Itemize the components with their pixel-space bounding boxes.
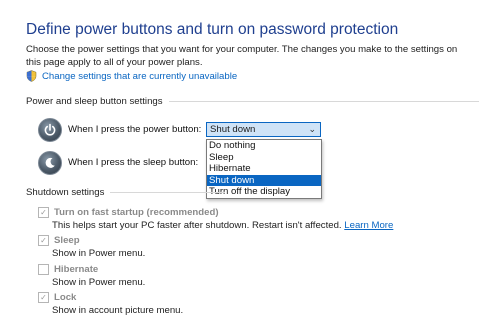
lock-description: Show in account picture menu.	[52, 305, 184, 316]
dropdown-option-hibernate[interactable]: Hibernate	[207, 163, 321, 175]
power-icon	[38, 118, 62, 142]
sleep-label: Sleep	[54, 235, 80, 246]
hibernate-description: Show in Power menu.	[52, 277, 146, 288]
power-button-label: When I press the power button:	[68, 124, 202, 135]
shield-icon	[26, 70, 37, 82]
chevron-down-icon: ⌄	[308, 124, 316, 134]
dropdown-option-shut-down[interactable]: Shut down	[207, 174, 321, 187]
shutdown-section-header: Shutdown settings	[26, 187, 226, 198]
power-button-select[interactable]: Shut down ⌄	[206, 122, 321, 137]
change-settings-link[interactable]: Change settings that are currently unava…	[42, 71, 237, 82]
power-sleep-section-header: Power and sleep button settings	[26, 96, 479, 107]
sleep-description: Show in Power menu.	[52, 248, 146, 259]
lock-label: Lock	[54, 292, 77, 303]
fast-startup-label: Turn on fast startup (recommended)	[54, 207, 219, 218]
lock-row[interactable]: ✓ Lock	[38, 292, 76, 303]
shutdown-section-title: Shutdown settings	[26, 187, 105, 198]
dropdown-option-sleep[interactable]: Sleep	[207, 152, 321, 164]
power-sleep-section-title: Power and sleep button settings	[26, 96, 163, 107]
sleep-button-label: When I press the sleep button:	[68, 157, 199, 168]
page-title: Define power buttons and turn on passwor…	[26, 21, 399, 38]
sleep-row[interactable]: ✓ Sleep	[38, 235, 80, 246]
checkbox-check-icon: ✓	[40, 235, 47, 245]
hibernate-checkbox[interactable]	[38, 264, 49, 275]
hibernate-label: Hibernate	[54, 264, 99, 275]
fast-startup-row[interactable]: ✓ Turn on fast startup (recommended)	[38, 207, 219, 218]
change-settings-link-row[interactable]: Change settings that are currently unava…	[26, 70, 237, 82]
checkbox-check-icon: ✓	[40, 207, 47, 217]
learn-more-link[interactable]: Learn More	[344, 220, 393, 231]
page-description: Choose the power settings that you want …	[26, 44, 458, 68]
fast-startup-desc-text: This helps start your PC faster after sh…	[52, 220, 342, 231]
checkbox-check-icon: ✓	[40, 292, 47, 302]
sleep-checkbox[interactable]: ✓	[38, 235, 49, 246]
hibernate-row[interactable]: Hibernate	[38, 264, 98, 275]
power-button-value: Shut down	[210, 124, 256, 135]
dropdown-option-do-nothing[interactable]: Do nothing	[207, 140, 321, 152]
lock-checkbox[interactable]: ✓	[38, 292, 49, 303]
section-divider	[110, 192, 226, 193]
fast-startup-description: This helps start your PC faster after sh…	[52, 220, 393, 231]
fast-startup-checkbox[interactable]: ✓	[38, 207, 49, 218]
section-divider	[168, 101, 479, 102]
sleep-icon	[38, 151, 62, 175]
